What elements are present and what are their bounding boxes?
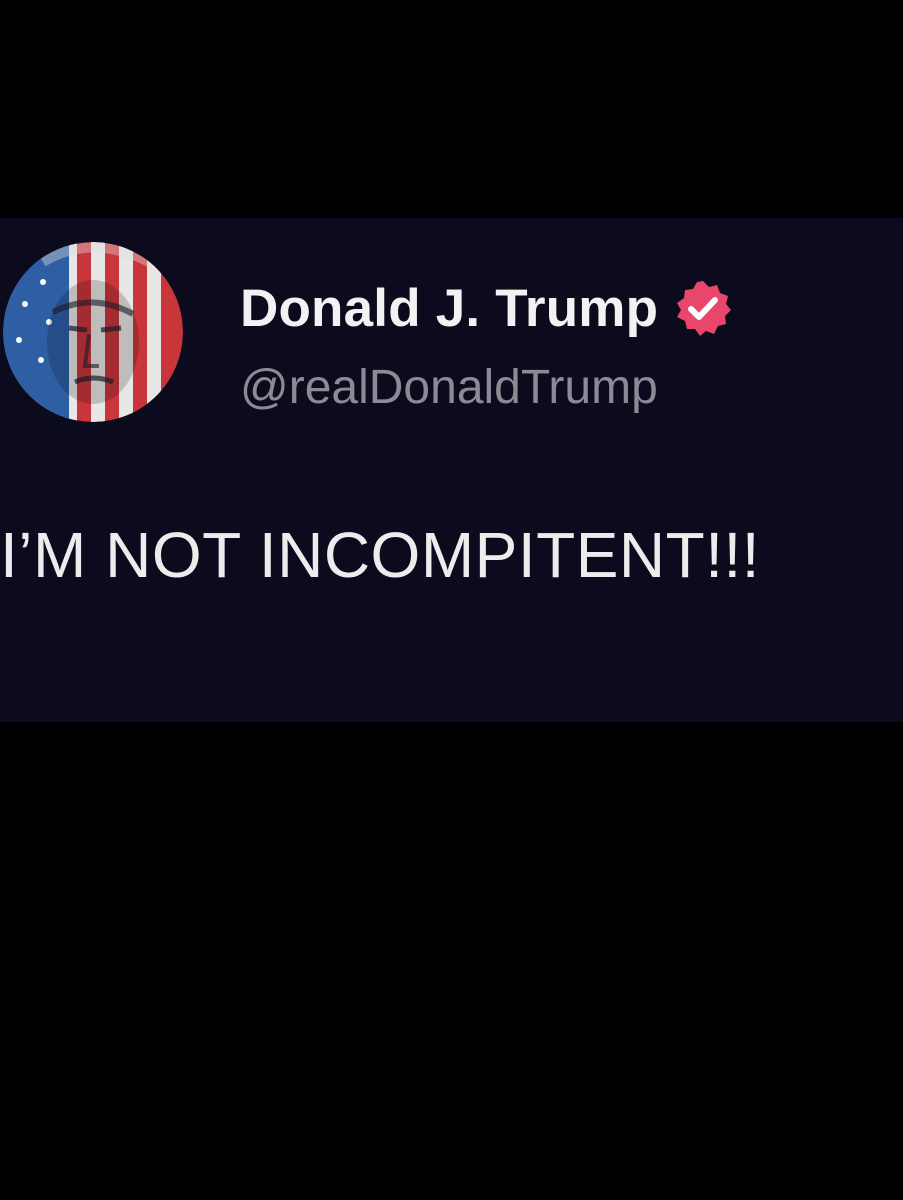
- display-name-row: Donald J. Trump: [240, 276, 732, 340]
- screenshot-canvas: Donald J. Trump @realDonaldTrump I’M NOT…: [0, 0, 903, 1200]
- user-handle[interactable]: @realDonaldTrump: [240, 360, 658, 415]
- display-name[interactable]: Donald J. Trump: [240, 278, 658, 339]
- flag-portrait-icon: [3, 242, 183, 422]
- tweet-card: Donald J. Trump @realDonaldTrump I’M NOT…: [0, 218, 903, 722]
- avatar[interactable]: [3, 242, 183, 422]
- verified-badge-icon: [677, 281, 732, 336]
- tweet-text: I’M NOT INCOMPITENT!!!: [0, 519, 761, 591]
